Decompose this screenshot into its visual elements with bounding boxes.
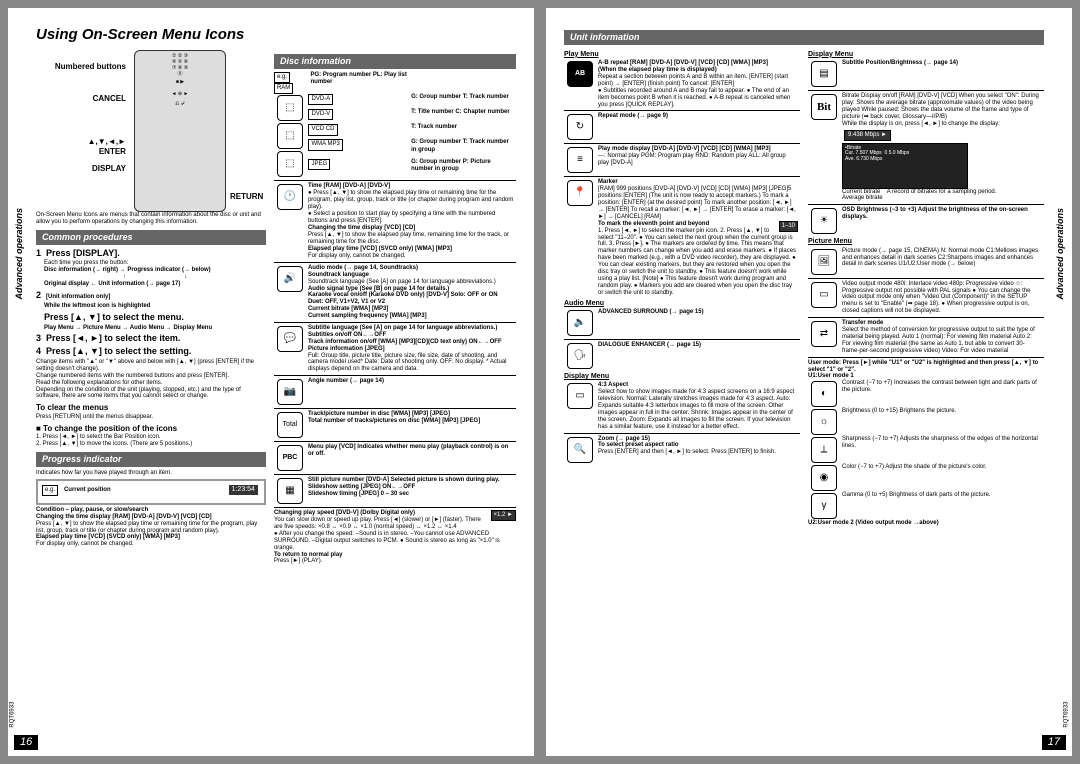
- play-menu-head: Play Menu: [564, 51, 800, 59]
- dialogue-icon: 🗣: [567, 343, 593, 369]
- contrast-icon: ◐: [811, 381, 837, 407]
- marker-icon: 📍: [567, 180, 593, 206]
- pbc-icon: PBC: [277, 445, 303, 471]
- gamma-icon: γ: [811, 493, 837, 519]
- doc-code: RQT6933: [9, 701, 16, 727]
- still-icon: ▦: [277, 478, 303, 504]
- videomode-icon: ▭: [811, 282, 837, 308]
- bitrate-badge: 9.438 Mbps ►: [844, 130, 891, 141]
- side-tab-r: Advanced operations: [1055, 208, 1066, 300]
- callout-enter: ENTER: [36, 147, 126, 157]
- brightness-icon: ☼: [811, 409, 837, 435]
- bar-progress: Progress indicator: [36, 452, 266, 467]
- speaker-icon: 🔊: [277, 266, 303, 292]
- remote-illustration: ① ② ③④ ⑤ ⑥⑦ ⑧ ⑨ ⓪ ■ ▶ ◄ ⊕ ► ⎌ ⏎: [134, 50, 226, 212]
- picture-menu-head: Picture Menu: [808, 238, 1044, 246]
- audio-menu-head: Audio Menu: [564, 300, 800, 308]
- total-icon: Total: [277, 412, 303, 438]
- side-tab: Advanced operations: [14, 208, 25, 300]
- chapter-icon: ⬚: [277, 95, 303, 121]
- step1: Press [DISPLAY].: [46, 248, 120, 258]
- progress-panel: e.g. Current position 1:23:54: [36, 479, 266, 505]
- callout-display: DISPLAY: [36, 164, 126, 174]
- bar-disc: Disc information: [274, 54, 516, 69]
- bar-common: Common procedures: [36, 230, 266, 245]
- subtitle-icon: 💬: [277, 326, 303, 352]
- page-17: Advanced operations Unit information Pla…: [546, 8, 1072, 756]
- surround-icon: 🔈: [567, 310, 593, 336]
- page-title: Using On-Screen Menu Icons: [36, 26, 516, 44]
- pagenum-16: 16: [14, 735, 38, 750]
- callout-arrows: ▲,▼,◄,►: [36, 137, 126, 147]
- bitrate-graph: •BitrateCur. 7.507 Mbps 0 5.0 MbpsAve. 6…: [842, 143, 968, 189]
- zoom-icon: 🔍: [567, 437, 593, 463]
- bit-icon: Bit: [811, 94, 837, 120]
- transfer-icon: ⇄: [811, 321, 837, 347]
- callout-return: RETURN: [230, 192, 266, 202]
- step4: Press [▲, ▼] to select the setting.: [46, 346, 191, 356]
- intro-text: On-Screen Menu Icons are menus that cont…: [36, 212, 266, 226]
- bar-unit: Unit information: [564, 30, 1044, 45]
- step3: Press [◄, ►] to select the item.: [46, 333, 180, 343]
- osd-icon: ☀: [811, 208, 837, 234]
- subpos-icon: ▤: [811, 61, 837, 87]
- playmode-icon: ≡: [567, 147, 593, 173]
- camera-icon: 📷: [277, 379, 303, 405]
- picmode-icon: 🖼: [811, 249, 837, 275]
- callout-cancel: CANCEL: [36, 94, 126, 104]
- aspect-icon: ▭: [567, 383, 593, 409]
- clock-icon: 🕐: [277, 184, 303, 210]
- display-menu-head-r: Display Menu: [808, 51, 1044, 59]
- page-16: Advanced operations Using On-Screen Menu…: [8, 8, 534, 756]
- ab-icon: AB: [567, 61, 593, 87]
- display-menu-head: Display Menu: [564, 373, 800, 381]
- callout-numbered: Numbered buttons: [36, 62, 126, 72]
- sharpness-icon: ⟂: [811, 437, 837, 463]
- pagenum-17: 17: [1042, 735, 1066, 750]
- disc-table: e.g.RAMPG: Program number PL: Play list …: [274, 72, 516, 178]
- color-icon: ◉: [811, 465, 837, 491]
- repeat-icon: ↻: [567, 114, 593, 140]
